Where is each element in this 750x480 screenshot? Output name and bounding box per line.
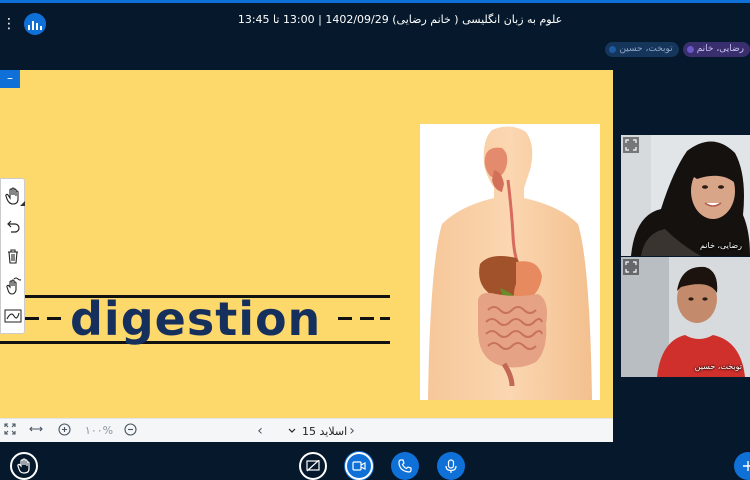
talking-indicators: توبخت، حسین رضایی، خانم	[605, 42, 750, 58]
guide-dash	[380, 317, 390, 320]
raise-hand-button[interactable]	[10, 452, 38, 480]
next-slide-icon[interactable]: ›	[345, 423, 359, 439]
microphone-button[interactable]	[437, 452, 465, 480]
slide-selector[interactable]: اسلاید 15	[288, 422, 347, 440]
webcam-video[interactable]: رضایی، خانم	[621, 135, 750, 256]
webcam-user-name: رضایی، خانم	[699, 241, 742, 250]
talker-dot-icon	[686, 46, 694, 53]
undo-icon[interactable]	[3, 215, 23, 237]
clear-all-icon[interactable]	[3, 245, 23, 267]
webcam-feed-image	[621, 135, 750, 256]
microphone-icon	[445, 458, 457, 473]
minimize-presentation-icon[interactable]: –	[0, 70, 20, 88]
webcam-feed-image	[621, 257, 750, 377]
slide-word: digestion	[70, 292, 322, 346]
guide-dash	[338, 317, 352, 320]
camera-button[interactable]	[345, 452, 373, 480]
webcam-user-name: توبخت، حسین	[694, 362, 742, 371]
multi-user-icon[interactable]	[3, 275, 23, 297]
zoom-level: ۱۰۰%	[84, 424, 114, 437]
zoom-in-icon[interactable]	[56, 423, 72, 439]
guide-dash	[47, 317, 61, 320]
user-list-icon[interactable]	[24, 13, 46, 35]
fit-to-width-icon[interactable]	[28, 423, 44, 439]
camera-icon	[352, 461, 366, 471]
expand-webcam-icon[interactable]	[623, 259, 639, 275]
talker-dot-icon	[609, 46, 617, 53]
plus-icon	[743, 461, 750, 471]
fullscreen-icon[interactable]	[2, 423, 18, 439]
slide-label: اسلاید 15	[302, 424, 348, 438]
app-window: ⋮ علوم به زبان انگلیسی ( خانم رضایی) 140…	[0, 0, 750, 480]
add-action-button[interactable]	[734, 452, 750, 480]
talker-indicator[interactable]: رضایی، خانم	[682, 42, 750, 57]
talker-indicator[interactable]: توبخت، حسین	[605, 42, 679, 57]
meeting-title: علوم به زبان انگلیسی ( خانم رضایی) 1402/…	[237, 13, 563, 26]
digestive-system-image	[420, 124, 600, 400]
guide-dash	[25, 317, 39, 320]
share-screen-button[interactable]	[299, 452, 327, 480]
webcam-video[interactable]: توبخت، حسین	[621, 257, 750, 377]
top-bar: ⋮ علوم به زبان انگلیسی ( خانم رضایی) 140…	[0, 3, 750, 43]
more-options-icon[interactable]: ⋮	[2, 15, 16, 33]
phone-button[interactable]	[391, 452, 419, 480]
line-tool-icon[interactable]	[3, 305, 23, 327]
action-bar	[0, 446, 750, 480]
raise-hand-icon	[17, 458, 30, 474]
screen-share-off-icon	[306, 460, 320, 472]
previous-slide-icon[interactable]: ‹	[253, 423, 267, 439]
talker-name: رضایی، خانم	[696, 44, 744, 54]
presentation-slide: digestion	[0, 70, 613, 418]
presentation-toolbar: ۱۰۰% ‹ اسلاید 15 ›	[0, 418, 613, 442]
talker-name: توبخت، حسین	[619, 44, 673, 54]
hand-tool-icon[interactable]	[3, 185, 25, 207]
zoom-out-icon[interactable]	[122, 423, 138, 439]
phone-icon	[398, 459, 412, 473]
expand-webcam-icon[interactable]	[623, 137, 639, 153]
whiteboard-toolbar	[0, 178, 25, 334]
guide-dash	[360, 317, 374, 320]
human-body-illustration	[428, 126, 592, 400]
chevron-down-icon	[288, 428, 296, 433]
